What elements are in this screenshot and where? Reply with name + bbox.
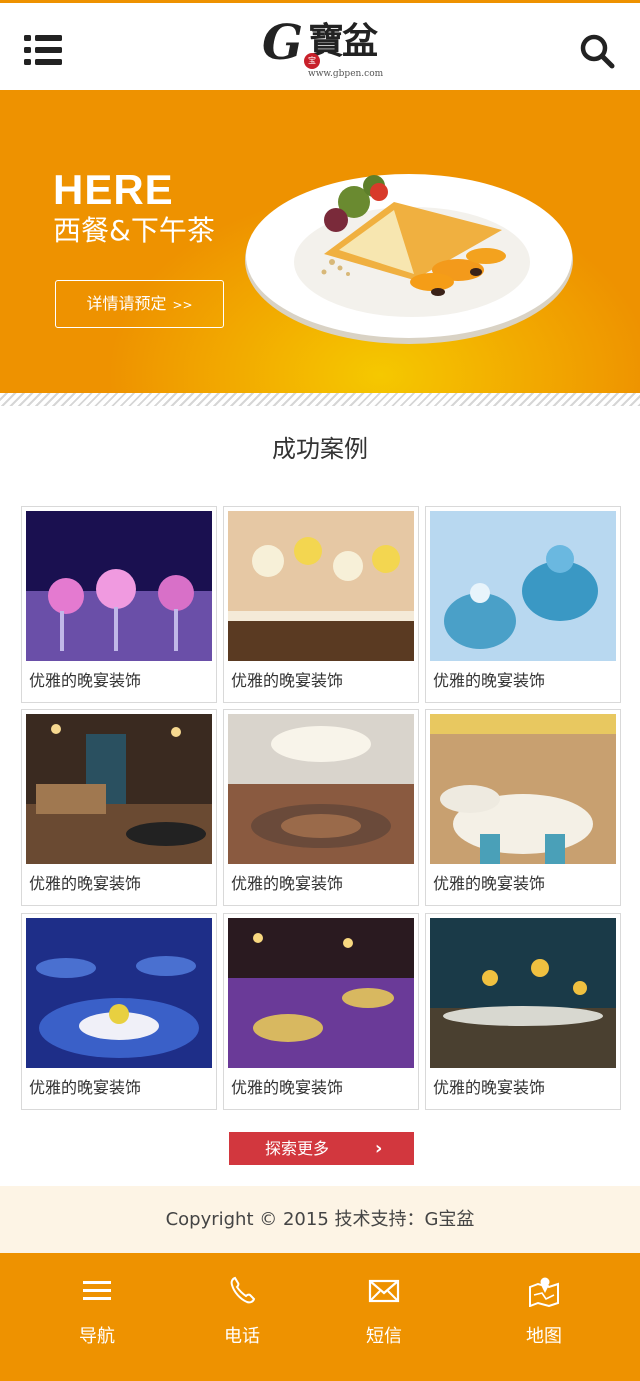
case-image-banquet-room [430, 714, 616, 864]
case-card[interactable]: 优雅的晚宴装饰 [223, 709, 419, 906]
case-caption: 优雅的晚宴装饰 [29, 1078, 142, 1097]
menu-icon[interactable] [24, 33, 62, 67]
case-image-purple-table-setting [228, 918, 414, 1068]
tab-label: 电话 [224, 1326, 260, 1347]
case-image-restaurant-bar [26, 714, 212, 864]
tab-phone[interactable]: 电话 [182, 1253, 302, 1381]
case-caption: 优雅的晚宴装饰 [433, 874, 546, 893]
case-card[interactable]: 优雅的晚宴装饰 [21, 913, 217, 1110]
case-image-blue-macarons [430, 511, 616, 661]
copyright-text: Copyright © 2015 技术支持：G宝盆 [0, 1186, 640, 1253]
case-caption: 优雅的晚宴装饰 [29, 874, 142, 893]
tab-label: 短信 [366, 1326, 402, 1347]
tab-sms[interactable]: 短信 [324, 1253, 444, 1381]
tab-label: 地图 [526, 1326, 562, 1347]
case-card[interactable]: 优雅的晚宴装饰 [223, 506, 419, 703]
case-card[interactable]: 优雅的晚宴装饰 [21, 709, 217, 906]
site-logo[interactable]: G 寶盆 宝 www.gbpen.com [262, 15, 384, 81]
case-image-conference-hall [228, 714, 414, 864]
reserve-details-button[interactable]: 详情请预定 >> [55, 280, 224, 328]
section-title: 成功案例 [272, 435, 368, 463]
site-header: G 寶盆 宝 www.gbpen.com [0, 0, 640, 90]
case-caption: 优雅的晚宴装饰 [231, 1078, 344, 1097]
case-image-outdoor-dinner [430, 918, 616, 1068]
case-image-purple-tables [26, 511, 212, 661]
logo-seal: 宝 [304, 53, 320, 69]
case-card[interactable]: 优雅的晚宴装饰 [425, 506, 621, 703]
explore-more-button[interactable]: 探索更多 › [229, 1132, 414, 1165]
tab-map[interactable]: 地图 [484, 1253, 604, 1381]
case-image-blue-banquet [26, 918, 212, 1068]
case-card[interactable]: 优雅的晚宴装饰 [425, 913, 621, 1110]
banner-subtitle: 西餐&下午茶 [53, 214, 215, 247]
search-icon[interactable] [579, 33, 615, 69]
explore-more-label: 探索更多 [265, 1139, 330, 1158]
case-card[interactable]: 优雅的晚宴装饰 [21, 506, 217, 703]
double-arrow-icon: >> [172, 298, 193, 312]
case-caption: 优雅的晚宴装饰 [231, 874, 344, 893]
hero-banner: HERE 西餐&下午茶 详情请预定 >> [0, 90, 640, 393]
case-card[interactable]: 优雅的晚宴装饰 [425, 709, 621, 906]
banner-title: HERE [53, 166, 174, 213]
logo-url: www.gbpen.com [308, 69, 384, 79]
divider-stripe [0, 393, 640, 406]
menu-lines-icon [81, 1275, 113, 1307]
phone-icon [226, 1275, 258, 1307]
tab-navigation[interactable]: 导航 [37, 1253, 157, 1381]
chevron-right-icon: › [375, 1138, 383, 1159]
case-card[interactable]: 优雅的晚宴装饰 [223, 913, 419, 1110]
case-caption: 优雅的晚宴装饰 [433, 1078, 546, 1097]
logo-letter: G [262, 15, 303, 71]
case-caption: 优雅的晚宴装饰 [231, 671, 344, 690]
dessert-plate-image [244, 162, 574, 346]
case-caption: 优雅的晚宴装饰 [433, 671, 546, 690]
bottom-tab-bar: 导航 电话 短信 地图 [0, 1253, 640, 1381]
envelope-icon [368, 1275, 400, 1307]
reserve-button-label: 详情请预定 [86, 294, 167, 313]
tab-label: 导航 [79, 1326, 115, 1347]
case-image-lantern-hall [228, 511, 414, 661]
map-icon [528, 1275, 560, 1307]
case-caption: 优雅的晚宴装饰 [29, 671, 142, 690]
